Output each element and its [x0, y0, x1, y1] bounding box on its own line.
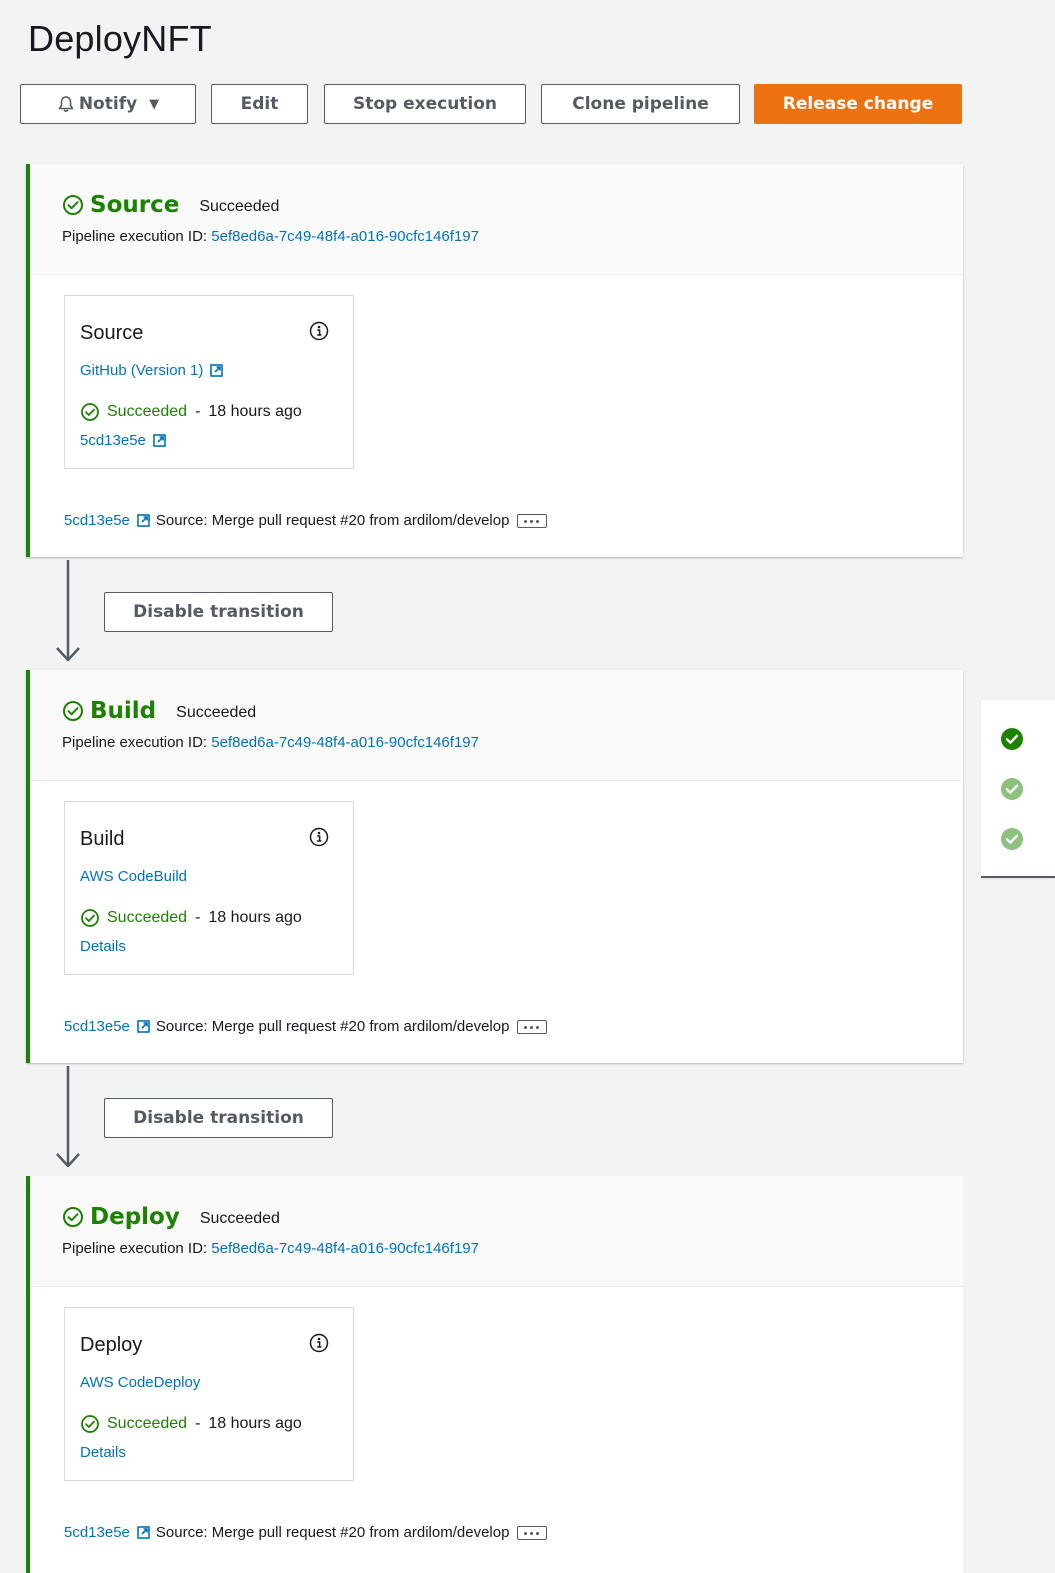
release-change-button[interactable]: Release change [754, 84, 962, 124]
stage-build: Build Succeeded Pipeline execution ID: 5… [26, 670, 963, 1063]
commit-link[interactable]: 5cd13e5e [64, 512, 130, 529]
action-provider[interactable]: AWS CodeDeploy [80, 1374, 200, 1391]
commit-row: 5cd13e5e Source: Merge pull request #20 … [64, 512, 548, 529]
action-card-source: Source GitHub (Version 1) Succeeded - 18… [64, 295, 354, 469]
action-name: Source [80, 322, 144, 344]
action-link[interactable]: 5cd13e5e [80, 432, 166, 449]
status-time: 18 hours ago [208, 909, 302, 926]
stage-title: Source Succeeded [62, 192, 279, 218]
execution-id-line: Pipeline execution ID: 5ef8ed6a-7c49-48f… [62, 1240, 479, 1257]
notify-button[interactable]: Notify ▼ [20, 84, 196, 124]
status-separator: - [195, 403, 201, 420]
external-link-icon [137, 514, 150, 527]
bell-icon [58, 96, 74, 112]
stage-status: Succeeded [199, 1210, 280, 1227]
details-link[interactable]: Details [80, 1444, 126, 1461]
stage-nav-source-check-icon[interactable] [1000, 727, 1024, 751]
external-link-icon [153, 434, 166, 447]
stage-status: Succeeded [199, 198, 280, 215]
action-status: Succeeded - 18 hours ago [80, 1414, 302, 1434]
action-name: Build [80, 828, 125, 850]
stage-nav-deploy-check-icon[interactable] [1000, 827, 1024, 851]
check-circle-icon [81, 403, 99, 421]
status-separator: - [195, 909, 201, 926]
stage-deploy: Deploy Succeeded Pipeline execution ID: … [26, 1176, 963, 1573]
stage-name: Deploy [90, 1204, 180, 1230]
info-icon[interactable] [309, 321, 329, 341]
commit-message: Source: Merge pull request #20 from ardi… [155, 1524, 510, 1541]
stop-execution-button[interactable]: Stop execution [324, 84, 526, 124]
ellipsis-icon[interactable] [517, 513, 548, 528]
action-status-text: Succeeded [107, 1415, 188, 1432]
page-title: DeployNFT [28, 18, 212, 59]
external-link-icon [210, 364, 224, 377]
commit-row: 5cd13e5e Source: Merge pull request #20 … [64, 1524, 548, 1541]
action-card-deploy: Deploy AWS CodeDeploy Succeeded - 18 hou… [64, 1307, 354, 1481]
check-circle-icon [81, 909, 99, 927]
action-status: Succeeded - 18 hours ago [80, 908, 302, 928]
external-link-icon [137, 1526, 150, 1539]
execution-id-label: Pipeline execution ID: [62, 1240, 208, 1257]
action-link[interactable]: Details [80, 1444, 126, 1461]
details-link[interactable]: Details [80, 938, 126, 955]
status-time: 18 hours ago [208, 1415, 302, 1432]
provider-link[interactable]: AWS CodeBuild [80, 868, 187, 885]
stage-navigator [981, 700, 1055, 878]
arrow-down-icon [56, 560, 80, 662]
action-status: Succeeded - 18 hours ago [80, 402, 302, 422]
ellipsis-icon[interactable] [517, 1525, 548, 1540]
external-link-icon [137, 1020, 150, 1033]
status-time: 18 hours ago [208, 403, 302, 420]
commit-row: 5cd13e5e Source: Merge pull request #20 … [64, 1018, 548, 1035]
execution-id-line: Pipeline execution ID: 5ef8ed6a-7c49-48f… [62, 228, 479, 245]
notify-label: Notify [78, 94, 138, 114]
commit-message: Source: Merge pull request #20 from ardi… [155, 1018, 510, 1035]
caret-down-icon: ▼ [149, 96, 160, 112]
check-circle-icon [63, 701, 83, 721]
stage-header: Deploy Succeeded Pipeline execution ID: … [30, 1176, 963, 1287]
action-link[interactable]: Details [80, 938, 126, 955]
action-provider[interactable]: AWS CodeBuild [80, 868, 187, 885]
commit-link[interactable]: 5cd13e5e [64, 1018, 130, 1035]
stage-source: Source Succeeded Pipeline execution ID: … [26, 164, 963, 557]
action-status-text: Succeeded [107, 403, 188, 420]
execution-id-link[interactable]: 5ef8ed6a-7c49-48f4-a016-90cfc146f197 [211, 1240, 479, 1257]
info-icon[interactable] [309, 827, 329, 847]
edit-button[interactable]: Edit [211, 84, 308, 124]
ellipsis-icon[interactable] [517, 1019, 548, 1034]
provider-link[interactable]: AWS CodeDeploy [80, 1374, 200, 1391]
action-link-text[interactable]: 5cd13e5e [80, 432, 146, 449]
disable-transition-button[interactable]: Disable transition [104, 592, 333, 632]
execution-id-label: Pipeline execution ID: [62, 228, 208, 245]
status-separator: - [195, 1415, 201, 1432]
check-circle-icon [63, 1207, 83, 1227]
disable-transition-button[interactable]: Disable transition [104, 1098, 333, 1138]
stage-nav-build-check-icon[interactable] [1000, 777, 1024, 801]
stage-name: Build [90, 698, 157, 724]
commit-message: Source: Merge pull request #20 from ardi… [155, 512, 510, 529]
stage-name: Source [90, 192, 180, 218]
stage-title: Build Succeeded [62, 698, 256, 724]
arrow-down-icon [56, 1066, 80, 1168]
stage-status: Succeeded [176, 704, 257, 721]
execution-id-link[interactable]: 5ef8ed6a-7c49-48f4-a016-90cfc146f197 [211, 734, 479, 751]
action-name: Deploy [80, 1334, 143, 1356]
execution-id-line: Pipeline execution ID: 5ef8ed6a-7c49-48f… [62, 734, 479, 751]
stage-header: Build Succeeded Pipeline execution ID: 5… [30, 670, 963, 781]
stage-title: Deploy Succeeded [62, 1204, 280, 1230]
info-icon[interactable] [309, 1333, 329, 1353]
action-status-text: Succeeded [107, 909, 188, 926]
stage-header: Source Succeeded Pipeline execution ID: … [30, 164, 963, 275]
provider-link[interactable]: GitHub (Version 1) [80, 362, 203, 379]
action-provider[interactable]: GitHub (Version 1) [80, 362, 224, 379]
clone-pipeline-button[interactable]: Clone pipeline [541, 84, 740, 124]
action-card-build: Build AWS CodeBuild Succeeded - 18 hours… [64, 801, 354, 975]
execution-id-label: Pipeline execution ID: [62, 734, 208, 751]
check-circle-icon [81, 1415, 99, 1433]
execution-id-link[interactable]: 5ef8ed6a-7c49-48f4-a016-90cfc146f197 [211, 228, 479, 245]
commit-link[interactable]: 5cd13e5e [64, 1524, 130, 1541]
check-circle-icon [63, 195, 83, 215]
